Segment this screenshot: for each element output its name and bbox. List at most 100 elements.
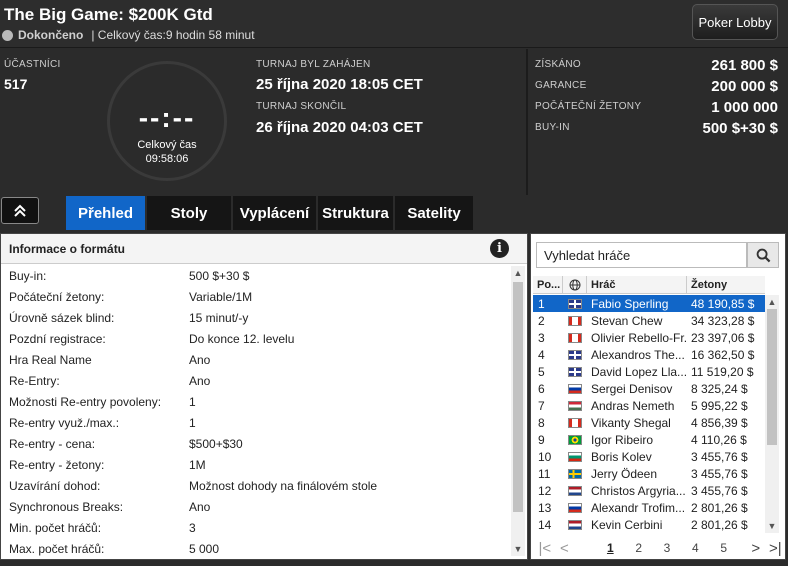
status-text: Dokončeno <box>18 28 84 42</box>
format-row: Úrovně sázek blind: 15 minut/-y <box>1 307 509 328</box>
player-row[interactable]: 10 Boris Kolev 3 455,76 $ <box>533 448 765 465</box>
player-row[interactable]: 9 Igor Ribeiro 4 110,26 $ <box>533 431 765 448</box>
format-key: Úrovně sázek blind: <box>9 311 115 325</box>
player-position: 3 <box>538 330 545 345</box>
poker-lobby-button[interactable]: Poker Lobby <box>692 4 778 40</box>
tournament-title: The Big Game: $200K Gtd <box>4 5 213 24</box>
players-scroll-thumb[interactable] <box>767 309 777 445</box>
player-country <box>563 502 587 513</box>
player-row[interactable]: 14 Kevin Cerbini 2 801,26 $ <box>533 516 765 533</box>
scroll-down-icon[interactable]: ▼ <box>511 542 525 556</box>
player-row[interactable]: 6 Sergei Denisov 8 325,24 $ <box>533 380 765 397</box>
tab-payouts[interactable]: Vyplácení <box>233 196 316 230</box>
player-position: 4 <box>538 347 545 362</box>
page-4-link[interactable]: 4 <box>681 541 709 555</box>
format-scrollbar[interactable]: ▲ ▼ <box>511 266 525 556</box>
next-page-icon[interactable]: > <box>746 540 766 557</box>
players-panel: Po... Hráč Žetony 1 Fabio Sperling 48 190,… <box>530 233 786 560</box>
format-key: Uzavírání dohod: <box>9 479 101 493</box>
format-value: Ano <box>189 500 211 514</box>
format-row: Re-entry - cena: $500+$30 <box>1 433 509 454</box>
player-chips: 5 995,22 $ <box>691 398 748 413</box>
players-scroll-down-icon[interactable]: ▼ <box>765 519 779 533</box>
flag-ca-icon <box>568 315 582 326</box>
status-line: Dokončeno | Celkový čas:9 hodin 58 minut <box>2 28 257 42</box>
search-button[interactable] <box>747 242 779 268</box>
player-row[interactable]: 1 Fabio Sperling 48 190,85 $ <box>533 295 765 312</box>
won-value: 261 800 $ <box>711 57 778 74</box>
flag-ru-icon <box>568 383 582 394</box>
tab-satellites[interactable]: Satelity <box>395 196 473 230</box>
player-name: Andras Nemeth <box>591 398 675 413</box>
scroll-thumb[interactable] <box>513 282 523 512</box>
first-page-icon[interactable]: |< <box>535 540 555 557</box>
player-name: Olivier Rebello-Fr... <box>591 330 687 345</box>
tab-overview[interactable]: Přehled <box>66 196 145 230</box>
player-row[interactable]: 4 Alexandros The... 16 362,50 $ <box>533 346 765 363</box>
flag-br-icon <box>568 434 582 445</box>
player-search-input[interactable] <box>537 243 746 267</box>
collapse-button[interactable] <box>1 197 39 224</box>
col-player[interactable]: Hráč <box>587 276 687 293</box>
flag-hu-icon <box>568 400 582 411</box>
player-position: 9 <box>538 432 545 447</box>
player-position: 8 <box>538 415 545 430</box>
page-1-link[interactable]: 1 <box>596 541 624 555</box>
page-3-link[interactable]: 3 <box>653 541 681 555</box>
format-value: Ano <box>189 353 211 367</box>
format-row: Pozdní registrace: Do konce 12. levelu <box>1 328 509 349</box>
player-name: Boris Kolev <box>591 449 652 464</box>
started-label: TURNAJ BYL ZAHÁJEN <box>256 59 371 70</box>
player-chips: 34 323,28 $ <box>691 313 755 328</box>
player-row[interactable]: 5 David Lopez Lla... 11 519,20 $ <box>533 363 765 380</box>
page-5-link[interactable]: 5 <box>710 541 738 555</box>
player-country <box>563 349 587 360</box>
tab-structure[interactable]: Struktura <box>318 196 393 230</box>
tournament-header: The Big Game: $200K Gtd Dokončeno | Celk… <box>0 0 788 48</box>
ended-value: 26 října 2020 04:03 CET <box>256 119 423 136</box>
prev-page-icon[interactable]: < <box>555 540 575 557</box>
player-position: 1 <box>538 296 545 311</box>
col-chips[interactable]: Žetony <box>687 276 765 293</box>
format-row: Min. počet hráčů: 3 <box>1 517 509 538</box>
buyin-label: BUY-IN <box>535 122 570 133</box>
prize-info-panel: ZÍSKÁNO 261 800 $ GARANCE 200 000 $ POČÁ… <box>530 49 788 195</box>
player-chips: 8 325,24 $ <box>691 381 748 396</box>
format-key: Re-entry - cena: <box>9 437 96 451</box>
player-row[interactable]: 3 Olivier Rebello-Fr... 23 397,06 $ <box>533 329 765 346</box>
tab-tables[interactable]: Stoly <box>147 196 231 230</box>
players-scrollbar[interactable]: ▲ ▼ <box>765 295 779 533</box>
last-page-icon[interactable]: >| <box>765 540 785 557</box>
player-chips: 23 397,06 $ <box>691 330 755 345</box>
player-row[interactable]: 12 Christos Argyria... 3 455,76 $ <box>533 482 765 499</box>
format-value: Variable/1M <box>189 290 253 304</box>
format-value: Ano <box>189 374 211 388</box>
col-country[interactable] <box>563 276 587 293</box>
player-row[interactable]: 8 Vikanty Shegal 4 856,39 $ <box>533 414 765 431</box>
player-search-box <box>536 242 747 268</box>
page-2-link[interactable]: 2 <box>624 541 652 555</box>
player-position: 7 <box>538 398 545 413</box>
scroll-up-icon[interactable]: ▲ <box>511 266 525 280</box>
buyin-value: 500 $+30 $ <box>702 120 779 137</box>
player-row[interactable]: 7 Andras Nemeth 5 995,22 $ <box>533 397 765 414</box>
player-chips: 3 455,76 $ <box>691 466 748 481</box>
format-key: Počáteční žetony: <box>9 290 105 304</box>
player-row[interactable]: 11 Jerry Ödeen 3 455,76 $ <box>533 465 765 482</box>
guarantee-value: 200 000 $ <box>711 78 778 95</box>
col-position[interactable]: Po... <box>533 276 563 293</box>
flag-ca-icon <box>568 417 582 428</box>
player-chips: 2 801,26 $ <box>691 517 748 532</box>
players-scroll-up-icon[interactable]: ▲ <box>765 295 779 309</box>
format-value: 1 <box>189 416 196 430</box>
player-country <box>563 400 587 411</box>
format-key: Hra Real Name <box>9 353 92 367</box>
player-row[interactable]: 2 Stevan Chew 34 323,28 $ <box>533 312 765 329</box>
info-icon[interactable]: i <box>490 239 509 258</box>
player-chips: 11 519,20 $ <box>691 364 754 379</box>
player-chips: 16 362,50 $ <box>691 347 755 362</box>
flag-gb-icon <box>568 298 582 309</box>
globe-icon <box>569 279 580 290</box>
format-row: Hra Real Name Ano <box>1 349 509 370</box>
player-row[interactable]: 13 Alexandr Trofim... 2 801,26 $ <box>533 499 765 516</box>
